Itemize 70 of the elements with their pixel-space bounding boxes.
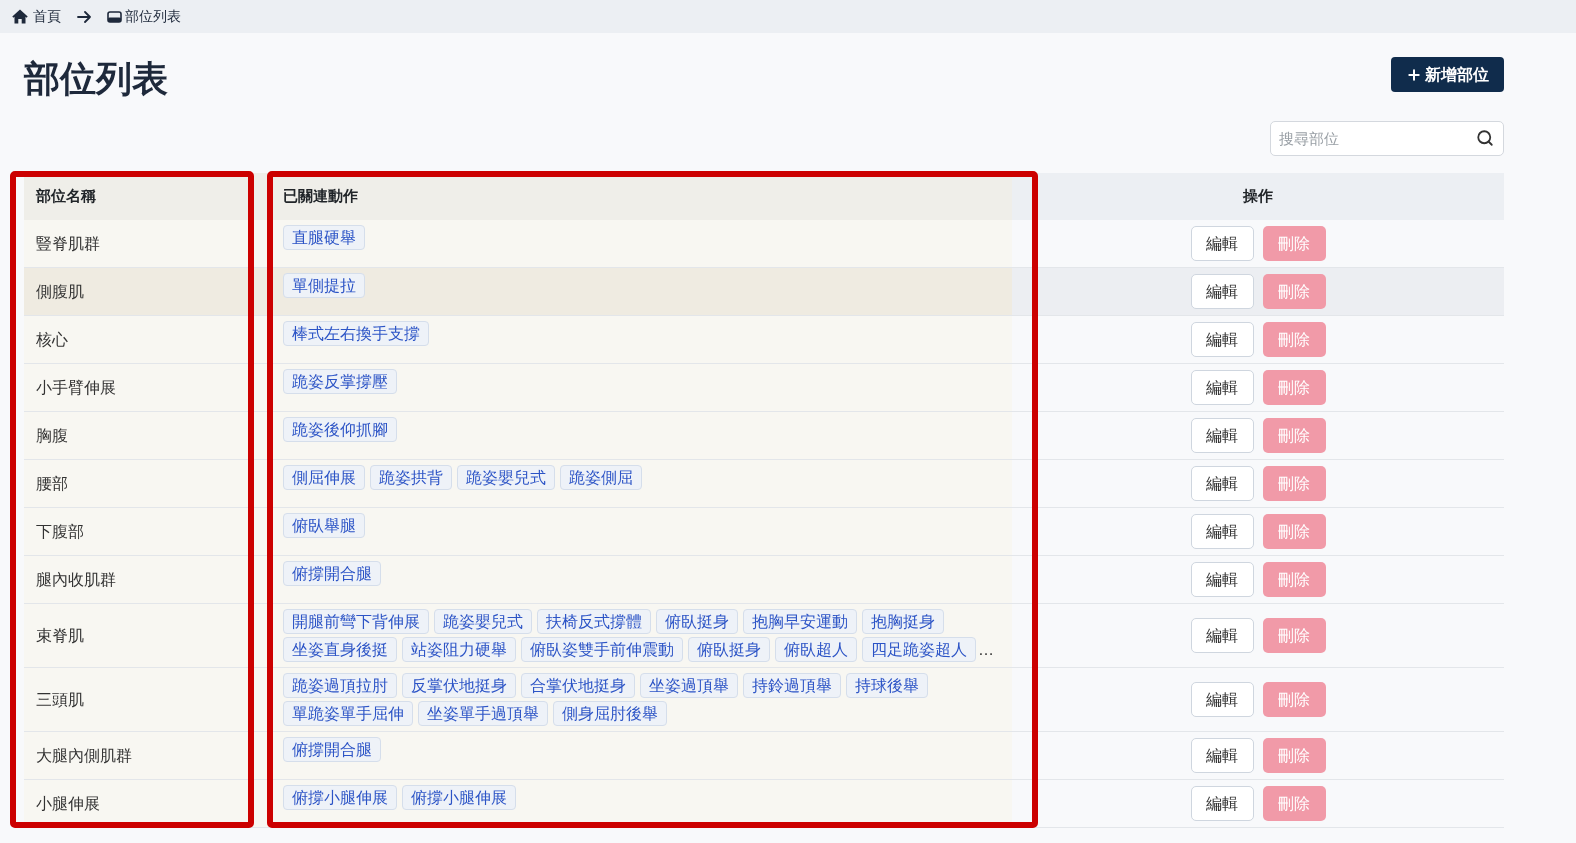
edit-button[interactable]: 編輯 xyxy=(1190,322,1254,357)
exercise-tag: 跪姿嬰兒式 xyxy=(457,465,555,490)
exercise-tag: 跪姿過頂拉肘 xyxy=(283,673,397,698)
exercise-tag: 跪姿側屈 xyxy=(560,465,642,490)
exercise-tag: 跪姿拱背 xyxy=(370,465,452,490)
table-cell: 側腹肌 xyxy=(24,268,270,316)
add-button[interactable]: 新增部位 xyxy=(1391,57,1504,92)
edit-button[interactable]: 編輯 xyxy=(1190,370,1254,405)
exercise-tag: 扶椅反式撐體 xyxy=(537,609,651,634)
table-cell: 下腹部 xyxy=(24,508,270,556)
arrow-right-icon xyxy=(77,10,91,23)
exercise-tag: 反掌伏地挺身 xyxy=(402,673,516,698)
exercise-tag: 跪姿後仰抓腳 xyxy=(283,417,397,442)
exercise-tag: 俯臥舉腿 xyxy=(283,513,365,538)
exercise-tag: 單跪姿單手屈伸 xyxy=(283,701,413,726)
edit-button[interactable]: 編輯 xyxy=(1190,682,1254,717)
table-cell: 胸腹 xyxy=(24,412,270,460)
table-cell: 核心 xyxy=(24,316,270,364)
exercise-tag: 持鈴過頂舉 xyxy=(743,673,841,698)
breadcrumb-current: 部位列表 xyxy=(125,7,181,26)
exercise-tag: 單側提拉 xyxy=(283,273,365,298)
table-cell: 豎脊肌群 xyxy=(24,220,270,268)
exercise-tag: 抱胸挺身 xyxy=(862,609,944,634)
table-cell: 小手臂伸展 xyxy=(24,364,270,412)
search-field[interactable]: 搜尋部位 xyxy=(1270,121,1504,156)
exercise-tag: 俯臥姿雙手前伸震動 xyxy=(521,637,683,662)
edit-button[interactable]: 編輯 xyxy=(1190,514,1254,549)
edit-button[interactable]: 編輯 xyxy=(1190,786,1254,821)
device-icon xyxy=(107,10,122,23)
page-title: 部位列表 xyxy=(24,57,168,101)
exercise-tag: 四足跪姿超人 xyxy=(862,637,976,662)
home-icon xyxy=(12,9,28,24)
table-cell: 三頭肌 xyxy=(24,668,270,732)
exercise-tag: 抱胸早安運動 xyxy=(743,609,857,634)
exercise-tag: 側身屈肘後舉 xyxy=(553,701,667,726)
exercise-tag: 俯撐開合腿 xyxy=(283,737,381,762)
edit-button[interactable]: 編輯 xyxy=(1190,738,1254,773)
home-link[interactable]: 首頁 xyxy=(12,6,61,27)
column-header: 操作 xyxy=(1012,173,1504,220)
plus-icon xyxy=(1406,66,1422,83)
exercise-tag: 跪姿嬰兒式 xyxy=(434,609,532,634)
edit-button[interactable]: 編輯 xyxy=(1190,466,1254,501)
more-indicator: … xyxy=(978,639,994,660)
edit-button[interactable]: 編輯 xyxy=(1190,226,1254,261)
exercise-tag: 側屈伸展 xyxy=(283,465,365,490)
exercise-tag: 站姿阻力硬舉 xyxy=(402,637,516,662)
exercise-tag: 直腿硬舉 xyxy=(283,225,365,250)
exercise-tag: 棒式左右換手支撐 xyxy=(283,321,429,346)
exercise-tag: 俯撐開合腿 xyxy=(283,561,381,586)
exercise-tag: 坐姿單手過頂舉 xyxy=(418,701,548,726)
exercise-tag: 跪姿反掌撐壓 xyxy=(283,369,397,394)
exercise-tag: 坐姿直身後挺 xyxy=(283,637,397,662)
edit-button[interactable]: 編輯 xyxy=(1190,418,1254,453)
table-cell: 大腿內側肌群 xyxy=(24,732,270,780)
exercise-tag: 俯臥挺身 xyxy=(688,637,770,662)
table-cell: 腰部 xyxy=(24,460,270,508)
exercise-tag: 持球後舉 xyxy=(846,673,928,698)
exercise-tag: 俯臥挺身 xyxy=(656,609,738,634)
edit-button[interactable]: 編輯 xyxy=(1190,562,1254,597)
edit-button[interactable]: 編輯 xyxy=(1190,274,1254,309)
table-cell: 腿內收肌群 xyxy=(24,556,270,604)
exercise-tag: 俯撐小腿伸展 xyxy=(402,785,516,810)
exercise-tag: 開腿前彎下背伸展 xyxy=(283,609,429,634)
table-cell: 束脊肌 xyxy=(24,604,270,668)
exercise-tag: 坐姿過頂舉 xyxy=(640,673,738,698)
edit-button[interactable]: 編輯 xyxy=(1190,618,1254,653)
exercise-tag: 合掌伏地挺身 xyxy=(521,673,635,698)
exercise-tag: 俯臥超人 xyxy=(775,637,857,662)
exercise-tag: 俯撐小腿伸展 xyxy=(283,785,397,810)
search-icon xyxy=(1476,129,1494,147)
